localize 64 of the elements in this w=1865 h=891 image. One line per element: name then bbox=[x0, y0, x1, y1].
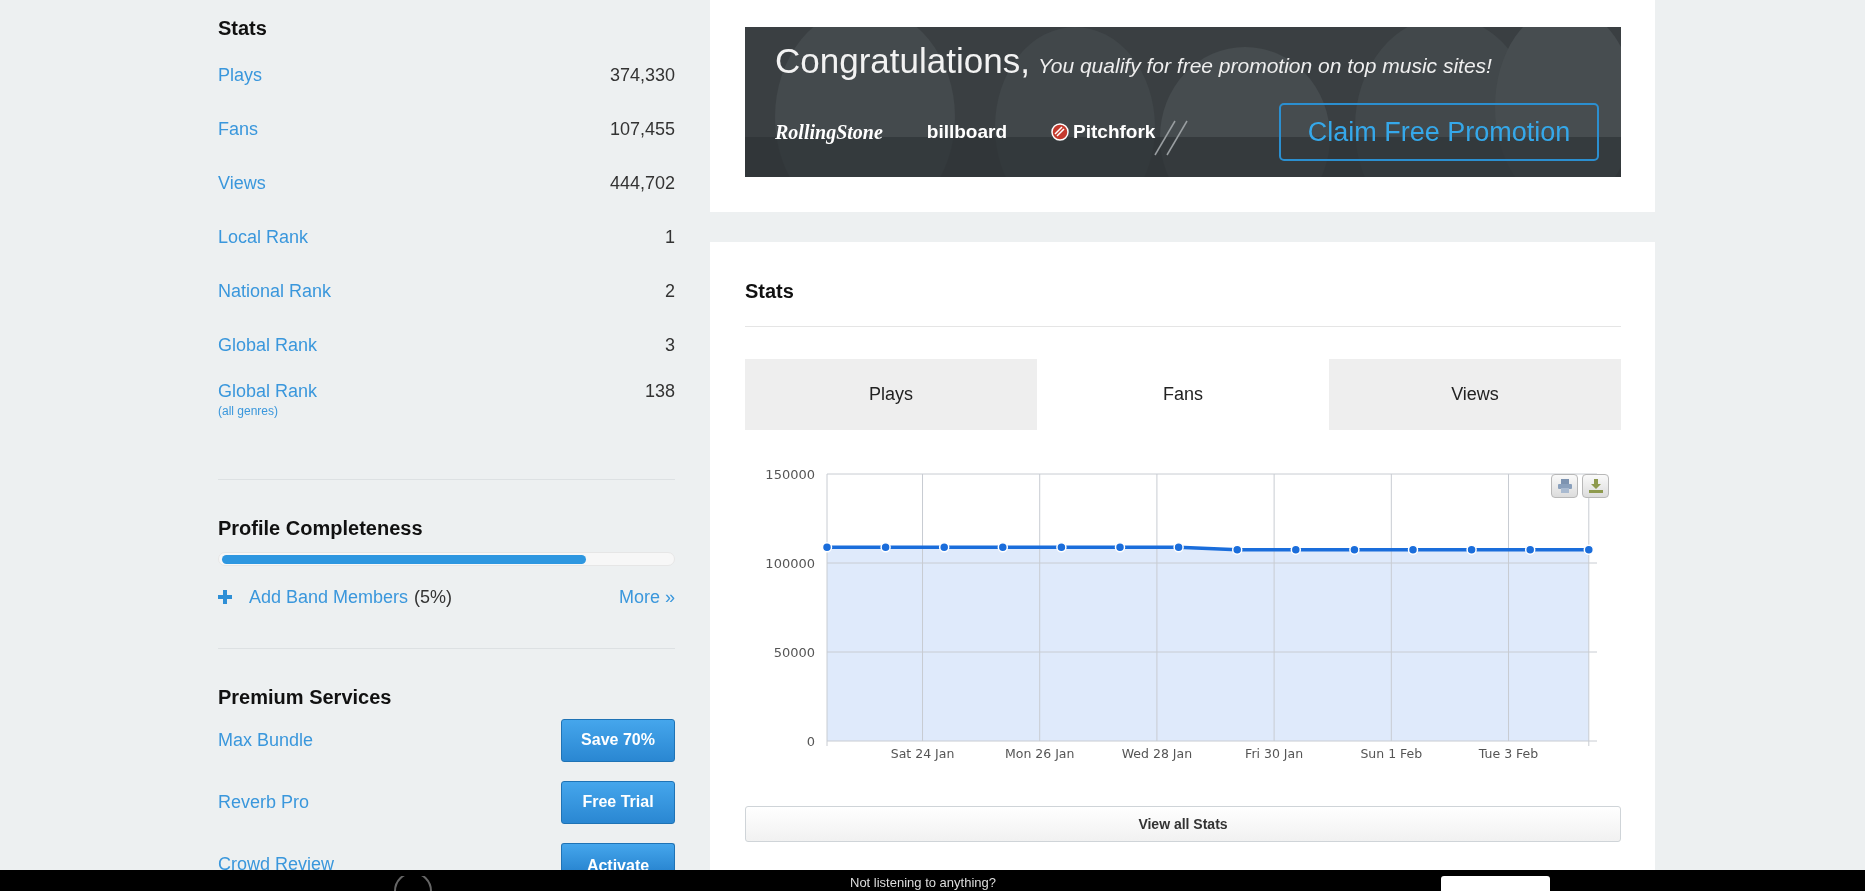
banner-subline: You qualify for free promotion on top music sites! bbox=[1037, 54, 1492, 78]
data-point bbox=[1231, 544, 1243, 555]
axis-label: 0 bbox=[806, 734, 815, 749]
axis-label: 50000 bbox=[773, 645, 815, 660]
stat-value: 107,455 bbox=[609, 118, 675, 140]
stat-value: 138 bbox=[644, 381, 675, 402]
stat-value: 2 bbox=[665, 280, 675, 302]
data-point bbox=[1407, 544, 1419, 555]
data-point bbox=[1114, 542, 1126, 553]
more-link[interactable]: More » bbox=[618, 586, 675, 608]
add-band-members-link[interactable]: Add Band Members bbox=[249, 586, 409, 608]
stat-link[interactable]: Plays bbox=[218, 64, 262, 85]
stat-link[interactable]: Global Rank bbox=[218, 334, 318, 355]
player-message: Not listening to anything? bbox=[850, 875, 996, 890]
data-point bbox=[1466, 544, 1477, 555]
download-icon[interactable] bbox=[1582, 474, 1609, 498]
data-point bbox=[938, 542, 950, 553]
section-title: Profile Completeness bbox=[218, 515, 424, 541]
axis-label: Tue 3 Feb bbox=[1478, 746, 1539, 761]
brand-logo: Pitchfork bbox=[1051, 121, 1156, 143]
stat-value: 444,702 bbox=[609, 172, 675, 194]
axis-label: Sun 1 Feb bbox=[1360, 746, 1423, 761]
service-link[interactable]: Reverb Pro bbox=[218, 791, 310, 813]
data-point bbox=[1173, 542, 1184, 553]
plus-icon bbox=[218, 590, 232, 604]
section-title: Premium Services bbox=[218, 684, 393, 709]
data-point bbox=[821, 542, 833, 553]
brand-logo: billboard bbox=[926, 121, 1008, 143]
axis-label: Mon 26 Jan bbox=[1005, 746, 1075, 761]
stat-link[interactable]: Fans bbox=[218, 118, 259, 139]
data-point bbox=[1524, 544, 1536, 555]
stat-link[interactable]: Views bbox=[218, 172, 266, 193]
print-icon[interactable] bbox=[1551, 474, 1578, 498]
data-point bbox=[1290, 544, 1302, 555]
data-point bbox=[1056, 542, 1067, 553]
stat-link[interactable]: Local Rank bbox=[218, 226, 309, 247]
stats-tab[interactable]: Plays bbox=[745, 359, 1037, 430]
data-point bbox=[880, 542, 891, 553]
axis-label: Fri 30 Jan bbox=[1245, 746, 1304, 761]
service-link[interactable]: Crowd Review bbox=[218, 843, 335, 870]
stat-link[interactable]: Global Rank bbox=[218, 381, 318, 401]
service-button[interactable]: Save 70% bbox=[561, 718, 675, 762]
stat-value: 1 bbox=[665, 226, 675, 248]
axis-label: 100000 bbox=[765, 556, 815, 571]
data-point bbox=[1349, 544, 1360, 555]
axis-label: 150000 bbox=[765, 467, 815, 482]
panel-title: Stats bbox=[745, 242, 1621, 327]
banner-headline: Congratulations, bbox=[775, 41, 1030, 81]
stat-value: 374,330 bbox=[609, 64, 675, 86]
stat-note: (all genres) bbox=[218, 404, 280, 418]
data-point bbox=[1583, 544, 1595, 555]
claim-promotion-button[interactable]: Claim Free Promotion bbox=[1279, 103, 1599, 161]
axis-label: Sat 24 Jan bbox=[890, 746, 955, 761]
axis-label: Wed 28 Jan bbox=[1121, 746, 1193, 761]
data-point bbox=[997, 542, 1009, 553]
section-title: Stats bbox=[218, 15, 268, 41]
stat-link[interactable]: National Rank bbox=[218, 280, 332, 301]
brand-logo: RollingStone bbox=[775, 120, 883, 144]
service-button[interactable]: Free Trial bbox=[561, 780, 675, 824]
stats-tab[interactable]: Views bbox=[1329, 359, 1621, 430]
service-link[interactable]: Max Bundle bbox=[218, 729, 314, 751]
percent-label: (5%) bbox=[414, 586, 453, 608]
view-all-stats-button[interactable]: View all Stats bbox=[745, 806, 1621, 842]
stat-value: 3 bbox=[665, 334, 675, 356]
